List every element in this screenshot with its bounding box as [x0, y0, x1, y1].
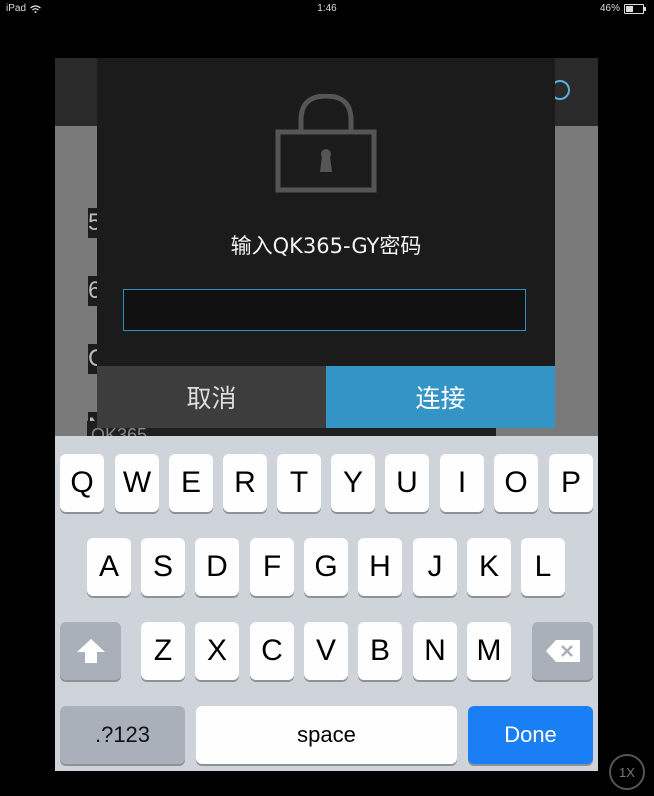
password-input[interactable] [123, 289, 526, 331]
key-s[interactable]: S [141, 538, 185, 596]
key-u[interactable]: U [385, 454, 429, 512]
key-j[interactable]: J [413, 538, 457, 596]
backspace-icon [545, 640, 580, 662]
key-d[interactable]: D [195, 538, 239, 596]
key-p[interactable]: P [549, 454, 593, 512]
key-e[interactable]: E [169, 454, 213, 512]
numbers-key[interactable]: .?123 [60, 706, 185, 764]
zoom-1x-button[interactable]: 1X [609, 754, 645, 790]
key-k[interactable]: K [467, 538, 511, 596]
key-z[interactable]: Z [141, 622, 185, 680]
key-l[interactable]: L [521, 538, 565, 596]
battery-icon [624, 3, 646, 14]
key-v[interactable]: V [304, 622, 348, 680]
key-i[interactable]: I [440, 454, 484, 512]
cancel-button[interactable]: 取消 [97, 366, 326, 428]
connect-button[interactable]: 连接 [326, 366, 555, 428]
status-time: 1:46 [317, 3, 337, 14]
status-bar: iPad 1:46 46% [0, 0, 654, 18]
status-right: 46% [599, 3, 646, 14]
space-key[interactable]: space [196, 706, 457, 764]
shift-arrow-icon [76, 639, 105, 663]
key-n[interactable]: N [413, 622, 457, 680]
done-key[interactable]: Done [468, 706, 593, 764]
key-b[interactable]: B [358, 622, 402, 680]
dialog-title: 输入QK365-GY密码 [230, 234, 422, 258]
password-dialog: 输入QK365-GY密码 取消 连接 [97, 58, 555, 428]
key-t[interactable]: T [277, 454, 321, 512]
key-g[interactable]: G [304, 538, 348, 596]
key-c[interactable]: C [250, 622, 294, 680]
key-h[interactable]: H [358, 538, 402, 596]
key-w[interactable]: W [115, 454, 159, 512]
keyboard: Q W E R T Y U I O P A S D F G H J K L Z … [55, 436, 598, 771]
key-y[interactable]: Y [331, 454, 375, 512]
backspace-key[interactable] [532, 622, 593, 680]
battery-percent: 46% [599, 3, 620, 14]
lock-icon [275, 94, 377, 193]
shift-key[interactable] [60, 622, 121, 680]
key-r[interactable]: R [223, 454, 267, 512]
key-f[interactable]: F [250, 538, 294, 596]
key-o[interactable]: O [494, 454, 538, 512]
key-a[interactable]: A [87, 538, 131, 596]
key-q[interactable]: Q [60, 454, 104, 512]
key-m[interactable]: M [467, 622, 511, 680]
key-x[interactable]: X [195, 622, 239, 680]
